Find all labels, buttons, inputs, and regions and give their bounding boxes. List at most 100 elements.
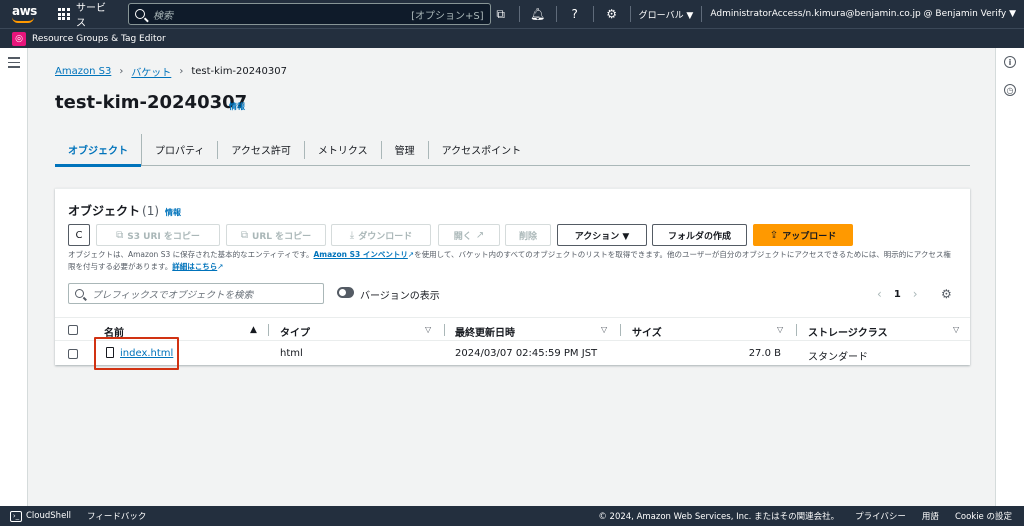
- chevron-left-icon[interactable]: ‹: [877, 287, 882, 301]
- history-icon[interactable]: ◷: [1004, 84, 1016, 96]
- privacy-link[interactable]: プライバシー: [855, 510, 906, 522]
- tab-properties[interactable]: プロパティ: [142, 140, 219, 159]
- create-folder-button[interactable]: フォルダの作成: [652, 224, 747, 246]
- search-input[interactable]: 検索 [オプション+S]: [127, 3, 491, 25]
- preferences-gear-icon[interactable]: ⚙: [941, 287, 952, 301]
- tab-access-points[interactable]: アクセスポイント: [429, 141, 535, 159]
- upload-icon: ⇪: [769, 229, 779, 241]
- column-type[interactable]: タイプ: [280, 324, 310, 339]
- chevron-right-icon[interactable]: ›: [913, 287, 918, 301]
- objects-description: オブジェクトは、Amazon S3 に保存された基本的なエンティティです。Ama…: [68, 250, 951, 271]
- top-navigation: aws サービス 検索 [オプション+S] ⧉ 🔔︎ ? ⚙ グローバル ▼ A…: [0, 0, 1024, 29]
- notification-bell-icon[interactable]: 🔔︎: [528, 7, 548, 21]
- breadcrumb-amazon-s3[interactable]: Amazon S3: [55, 66, 111, 77]
- nav-right: ⧉ 🔔︎ ? ⚙ グローバル ▼ AdministratorAccess/n.k…: [491, 6, 1016, 22]
- learn-more-link[interactable]: 詳細はこちら: [172, 262, 217, 271]
- info-panel-icon[interactable]: i: [1004, 56, 1016, 68]
- row-checkbox[interactable]: [68, 349, 78, 359]
- object-storage-class: スタンダード: [808, 352, 868, 363]
- copy-icon: ⧉: [240, 229, 249, 241]
- account-menu[interactable]: AdministratorAccess/n.kimura@benjamin.co…: [710, 9, 1016, 19]
- resource-groups-icon[interactable]: ◎: [12, 31, 26, 46]
- cloudshell-icon[interactable]: ⧉: [491, 7, 511, 22]
- objects-panel-title: オブジェクト (1): [68, 204, 160, 218]
- object-type: html: [280, 348, 303, 359]
- cloudshell-link[interactable]: CloudShell: [26, 511, 71, 521]
- tab-management[interactable]: 管理: [382, 140, 429, 159]
- aws-logo-text: aws: [12, 4, 37, 18]
- show-versions-toggle[interactable]: [337, 287, 354, 298]
- copy-s3-uri-button[interactable]: ⧉ S3 URI をコピー: [96, 224, 220, 246]
- footer-right: © 2024, Amazon Web Services, Inc. またはその関…: [598, 510, 1012, 522]
- aws-logo[interactable]: aws: [10, 3, 46, 25]
- search-shortcut: [オプション+S]: [411, 10, 484, 22]
- breadcrumb-current: test-kim-20240307: [191, 66, 287, 77]
- objects-table-header: 名前 ▲ タイプ ▽ 最終更新日時 ▽ サイズ ▽ ストレージクラス ▽: [55, 317, 970, 341]
- cookie-settings-link[interactable]: Cookie の設定: [955, 510, 1012, 522]
- external-link-icon: ↗: [217, 262, 224, 271]
- object-size: 27.0 B: [748, 348, 781, 359]
- delete-button[interactable]: 削除: [505, 224, 551, 246]
- resource-groups-link[interactable]: Resource Groups & Tag Editor: [32, 34, 166, 44]
- search-icon: [75, 289, 84, 298]
- services-menu[interactable]: サービス: [76, 0, 116, 29]
- download-icon: ⤓: [349, 229, 355, 241]
- terms-link[interactable]: 用語: [922, 510, 939, 522]
- object-last-modified: 2024/03/07 02:45:59 PM JST: [455, 348, 598, 359]
- upload-button[interactable]: ⇪ アップロード: [753, 224, 853, 246]
- tab-permissions[interactable]: アクセス許可: [218, 140, 305, 159]
- right-rail: i ◷: [995, 48, 1024, 506]
- select-all-checkbox[interactable]: [68, 325, 78, 335]
- refresh-icon: C: [75, 229, 83, 241]
- show-versions-label: バージョンの表示: [360, 291, 440, 302]
- footer: ›_ CloudShell フィードバック © 2024, Amazon Web…: [0, 506, 1024, 526]
- column-size[interactable]: サイズ: [632, 324, 662, 339]
- title-info-link[interactable]: 情報: [229, 101, 245, 112]
- aws-smile-icon: [12, 17, 34, 23]
- external-link-icon: ↗: [475, 229, 485, 241]
- sort-caret-icon[interactable]: ▽: [777, 325, 783, 334]
- left-rail: [0, 48, 28, 506]
- breadcrumb-buckets[interactable]: バケット: [131, 64, 171, 79]
- cloudshell-icon[interactable]: ›_: [10, 510, 22, 522]
- column-last-modified[interactable]: 最終更新日時: [455, 324, 515, 339]
- menu-hamburger-icon[interactable]: [8, 57, 20, 71]
- table-row: index.html html 2024/03/07 02:45:59 PM J…: [55, 342, 970, 366]
- settings-gear-icon[interactable]: ⚙: [602, 7, 622, 21]
- actions-dropdown[interactable]: アクション ▼: [557, 224, 647, 246]
- inventory-link[interactable]: Amazon S3 インベントリ: [313, 250, 407, 259]
- copy-url-button[interactable]: ⧉ URL をコピー: [226, 224, 326, 246]
- region-selector[interactable]: グローバル ▼: [639, 8, 694, 21]
- objects-info-link[interactable]: 情報: [165, 207, 181, 218]
- tab-metrics[interactable]: メトリクス: [305, 140, 382, 159]
- bucket-tabs: オブジェクト プロパティ アクセス許可 メトリクス 管理 アクセスポイント: [55, 133, 970, 167]
- copy-icon: ⧉: [116, 229, 124, 241]
- services-grid-icon[interactable]: [57, 8, 70, 20]
- column-storage-class[interactable]: ストレージクラス: [808, 324, 888, 339]
- sort-caret-icon[interactable]: ▽: [425, 325, 431, 334]
- search-placeholder: 検索: [152, 10, 173, 22]
- tab-objects[interactable]: オブジェクト: [55, 133, 142, 167]
- page-title: test-kim-20240307: [55, 92, 248, 113]
- page-number[interactable]: 1: [894, 289, 901, 300]
- breadcrumb: Amazon S3 › バケット › test-kim-20240307: [55, 64, 287, 79]
- copyright-text: © 2024, Amazon Web Services, Inc. またはその関…: [598, 512, 840, 522]
- chevron-right-icon: ›: [119, 66, 124, 77]
- object-count: (1): [142, 204, 160, 218]
- chevron-right-icon: ›: [179, 66, 184, 77]
- sort-caret-icon[interactable]: ▽: [953, 325, 959, 334]
- highlight-annotation-box: [94, 337, 179, 370]
- pagination: ‹ 1 ›: [877, 287, 918, 301]
- help-icon[interactable]: ?: [565, 7, 585, 21]
- feedback-link[interactable]: フィードバック: [87, 510, 146, 522]
- objects-panel: オブジェクト (1) 情報 C ⧉ S3 URI をコピー ⧉ URL をコピー …: [55, 188, 970, 365]
- secondary-navigation: ◎ Resource Groups & Tag Editor: [0, 28, 1024, 48]
- object-search-input[interactable]: プレフィックスでオブジェクトを検索: [68, 283, 324, 304]
- download-button[interactable]: ⤓ ダウンロード: [331, 224, 431, 246]
- open-button[interactable]: 開く ↗: [438, 224, 500, 246]
- refresh-button[interactable]: C: [68, 224, 90, 246]
- search-icon: [134, 9, 145, 19]
- object-search-placeholder: プレフィックスでオブジェクトを検索: [92, 289, 254, 301]
- sort-ascending-icon[interactable]: ▲: [250, 325, 257, 335]
- sort-caret-icon[interactable]: ▽: [601, 325, 607, 334]
